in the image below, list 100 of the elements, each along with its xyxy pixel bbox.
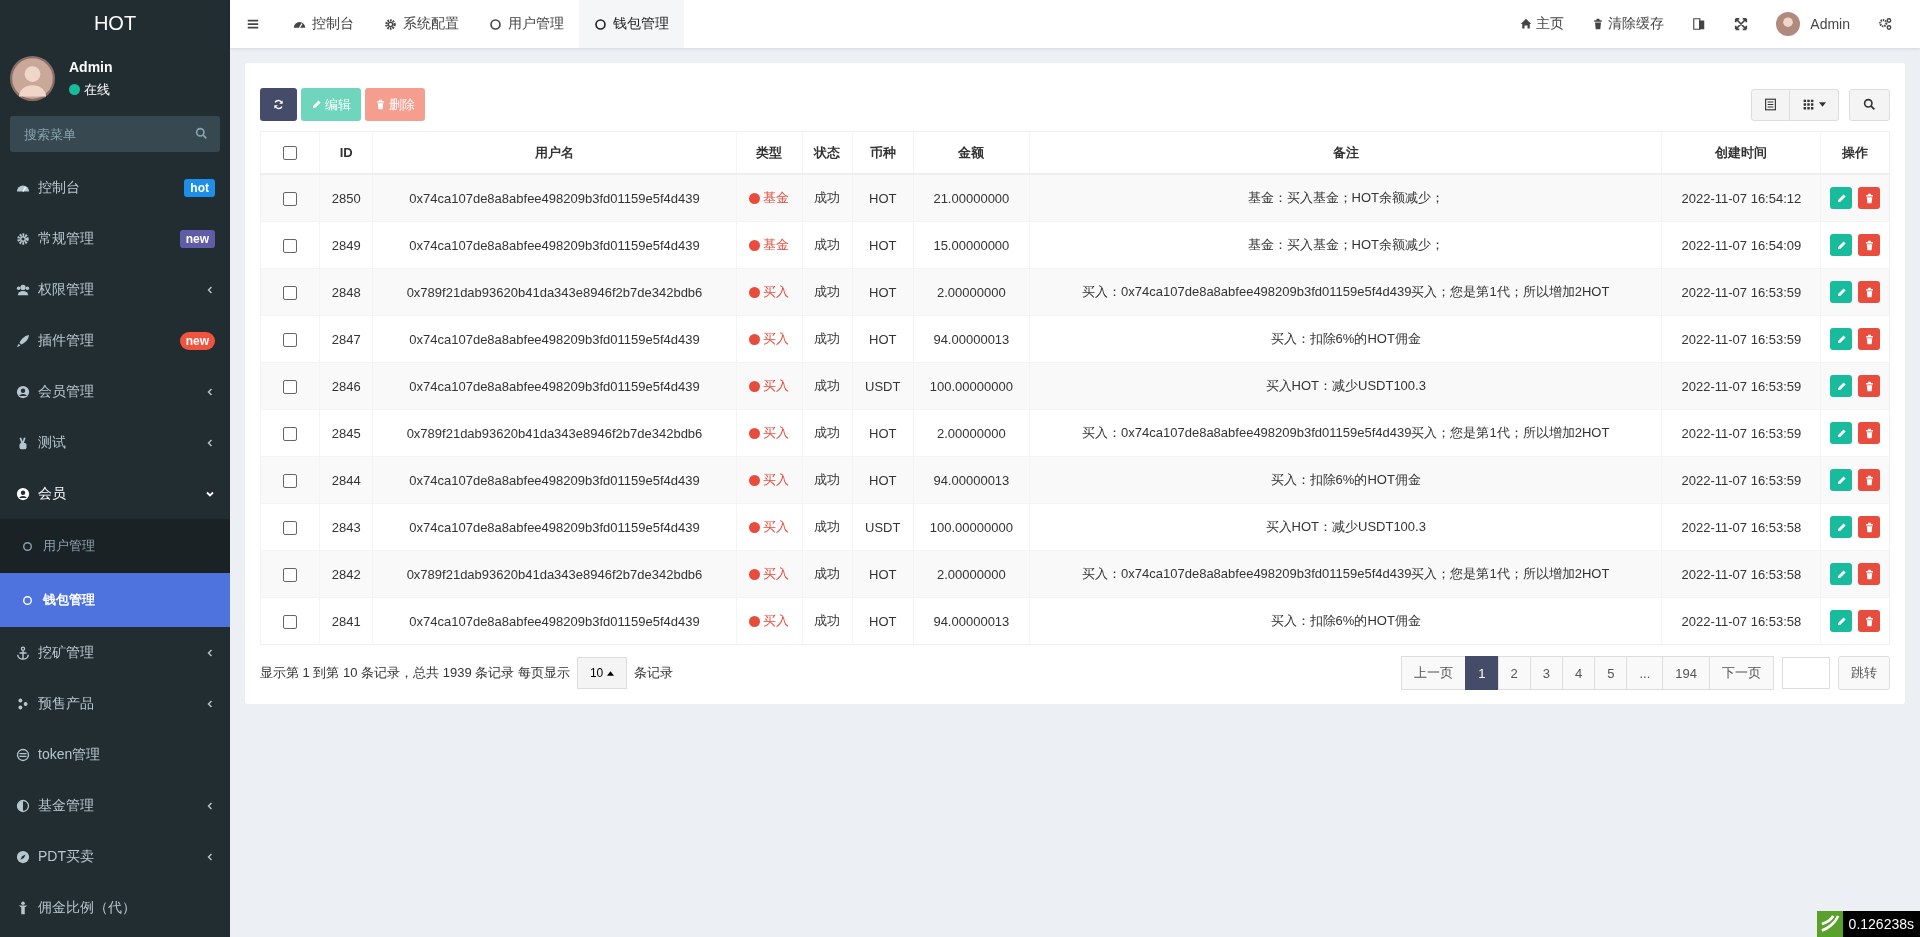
edit-button[interactable] [1830,610,1853,632]
edit-button[interactable] [1830,281,1853,303]
settings-icon[interactable] [1878,17,1892,31]
row-checkbox[interactable] [283,238,297,253]
edit-button[interactable] [1830,187,1853,209]
row-checkbox[interactable] [283,379,297,394]
edit-button[interactable] [1830,422,1853,444]
menu-item[interactable]: 插件管理 new [0,315,230,366]
circle-icon [22,594,33,606]
table-cell: 成功 [802,268,853,316]
row-checkbox[interactable] [283,520,297,535]
clear-cache-link[interactable]: 清除缓存 [1592,15,1665,33]
delete-button[interactable] [1858,234,1880,256]
menu-item[interactable]: 常规管理 new [0,213,230,264]
fullscreen-icon[interactable] [1734,17,1749,31]
delete-button[interactable] [1858,375,1880,397]
delete-button[interactable] [1858,610,1880,632]
delete-button[interactable] [1858,563,1880,585]
pencil-icon [1835,239,1847,251]
edit-button[interactable] [1830,516,1853,538]
pencil-icon [1835,380,1847,392]
user-name[interactable]: Admin [1810,16,1850,32]
menu-item[interactable]: 测试 [0,417,230,468]
chevron-left-icon [205,698,215,709]
home-link[interactable]: 主页 [1520,15,1565,33]
table-cell: 买入HOT：减少USDT100.3 [1029,362,1662,410]
menu-item[interactable]: 控制台 hot [0,162,230,213]
page-button[interactable]: 5 [1594,656,1628,690]
next-page-button[interactable]: 下一页 [1709,656,1774,690]
page-button[interactable]: 2 [1497,656,1531,690]
page-number-field[interactable] [1782,657,1830,689]
edit-button[interactable] [1830,234,1853,256]
table-cell: 2846 [319,362,373,410]
page-button[interactable]: 3 [1529,656,1563,690]
page-button[interactable]: 4 [1562,656,1596,690]
row-checkbox[interactable] [283,426,297,441]
select-all-checkbox[interactable] [283,146,297,161]
table-cell: HOT [852,456,914,504]
table-cell: 2842 [319,550,373,598]
previous-page-button[interactable]: 上一页 [1401,656,1467,690]
row-checkbox[interactable] [283,191,297,206]
menu-item[interactable]: PDT买卖 [0,831,230,882]
menu-item[interactable]: 会员 [0,468,230,519]
delete-button[interactable] [1858,328,1880,350]
page-button[interactable]: ... [1626,656,1664,690]
tab[interactable]: 用户管理 [474,0,579,48]
row-checkbox[interactable] [283,567,297,582]
menu-item[interactable]: token管理 [0,729,230,780]
delete-button[interactable] [1858,469,1880,491]
view-toggle-button[interactable] [1751,88,1790,121]
menu-item[interactable]: 权限管理 [0,264,230,315]
delete-button[interactable] [1858,187,1880,209]
record-summary-end: 条记录 [634,664,674,682]
trash-icon [375,99,386,110]
tab[interactable]: 控制台 [278,0,369,48]
submenu-item[interactable]: 钱包管理 [0,573,230,627]
row-checkbox[interactable] [283,614,297,629]
refresh-button[interactable] [260,88,297,121]
delete-button[interactable] [1858,516,1880,538]
search-button[interactable] [1849,88,1890,121]
edit-button[interactable] [1830,563,1853,585]
delete-button[interactable] [1858,281,1880,303]
row-checkbox[interactable] [283,473,297,488]
pencil-icon [1835,286,1847,298]
row-checkbox[interactable] [283,332,297,347]
menu-item[interactable]: 会员管理 [0,366,230,417]
search-field[interactable]: 搜索菜单 [10,116,220,152]
page-button[interactable]: 194 [1662,656,1710,690]
menu-item[interactable]: 预售产品 [0,678,230,729]
table-cell: 买入：0x74ca107de8a8abfee498209b3fd01159e5f4d439买入；您是第1代；所以增加2HOT [1029,550,1662,598]
edit-button[interactable] [1830,375,1853,397]
edit-button[interactable] [1830,469,1853,491]
table-cell: 94.00000013 [913,597,1030,645]
caret-icon [1819,102,1826,107]
trash-icon [1863,380,1875,392]
menu-item[interactable]: 佣金比例（代） [0,882,230,933]
menu-item[interactable]: 挖矿管理 [0,627,230,678]
edit-button[interactable] [1830,328,1853,350]
page-size-dropdown[interactable]: 10 [576,657,628,689]
chevron-left-icon [205,284,215,295]
table-cell: 成功 [802,597,853,645]
table-cell: 2022-11-07 16:54:12 [1661,174,1821,222]
submenu-item[interactable]: 用户管理 [0,519,230,573]
columns-button[interactable] [1790,88,1839,121]
debug-timer-badge[interactable]: 0.126238s [1816,911,1920,937]
jump-button[interactable]: 跳转 [1838,656,1890,690]
search-icon [195,127,208,140]
logo-text: HOT [92,10,138,36]
delete-button[interactable] [1858,422,1880,444]
trash-icon [1592,18,1605,30]
row-checkbox[interactable] [283,285,297,300]
menu-item[interactable]: 基金管理 [0,780,230,831]
tab[interactable]: 钱包管理 [579,0,684,48]
page-button[interactable]: 1 [1465,656,1499,690]
table-cell: HOT [852,597,914,645]
tab[interactable]: 系统配置 [369,0,474,48]
user-status: 在线 [84,80,110,99]
table-cell: 成功 [802,174,853,222]
trash-icon [1863,568,1875,580]
table-cell: 0x789f21dab93620b41da343e8946f2b7de342bdb6 [372,550,737,598]
